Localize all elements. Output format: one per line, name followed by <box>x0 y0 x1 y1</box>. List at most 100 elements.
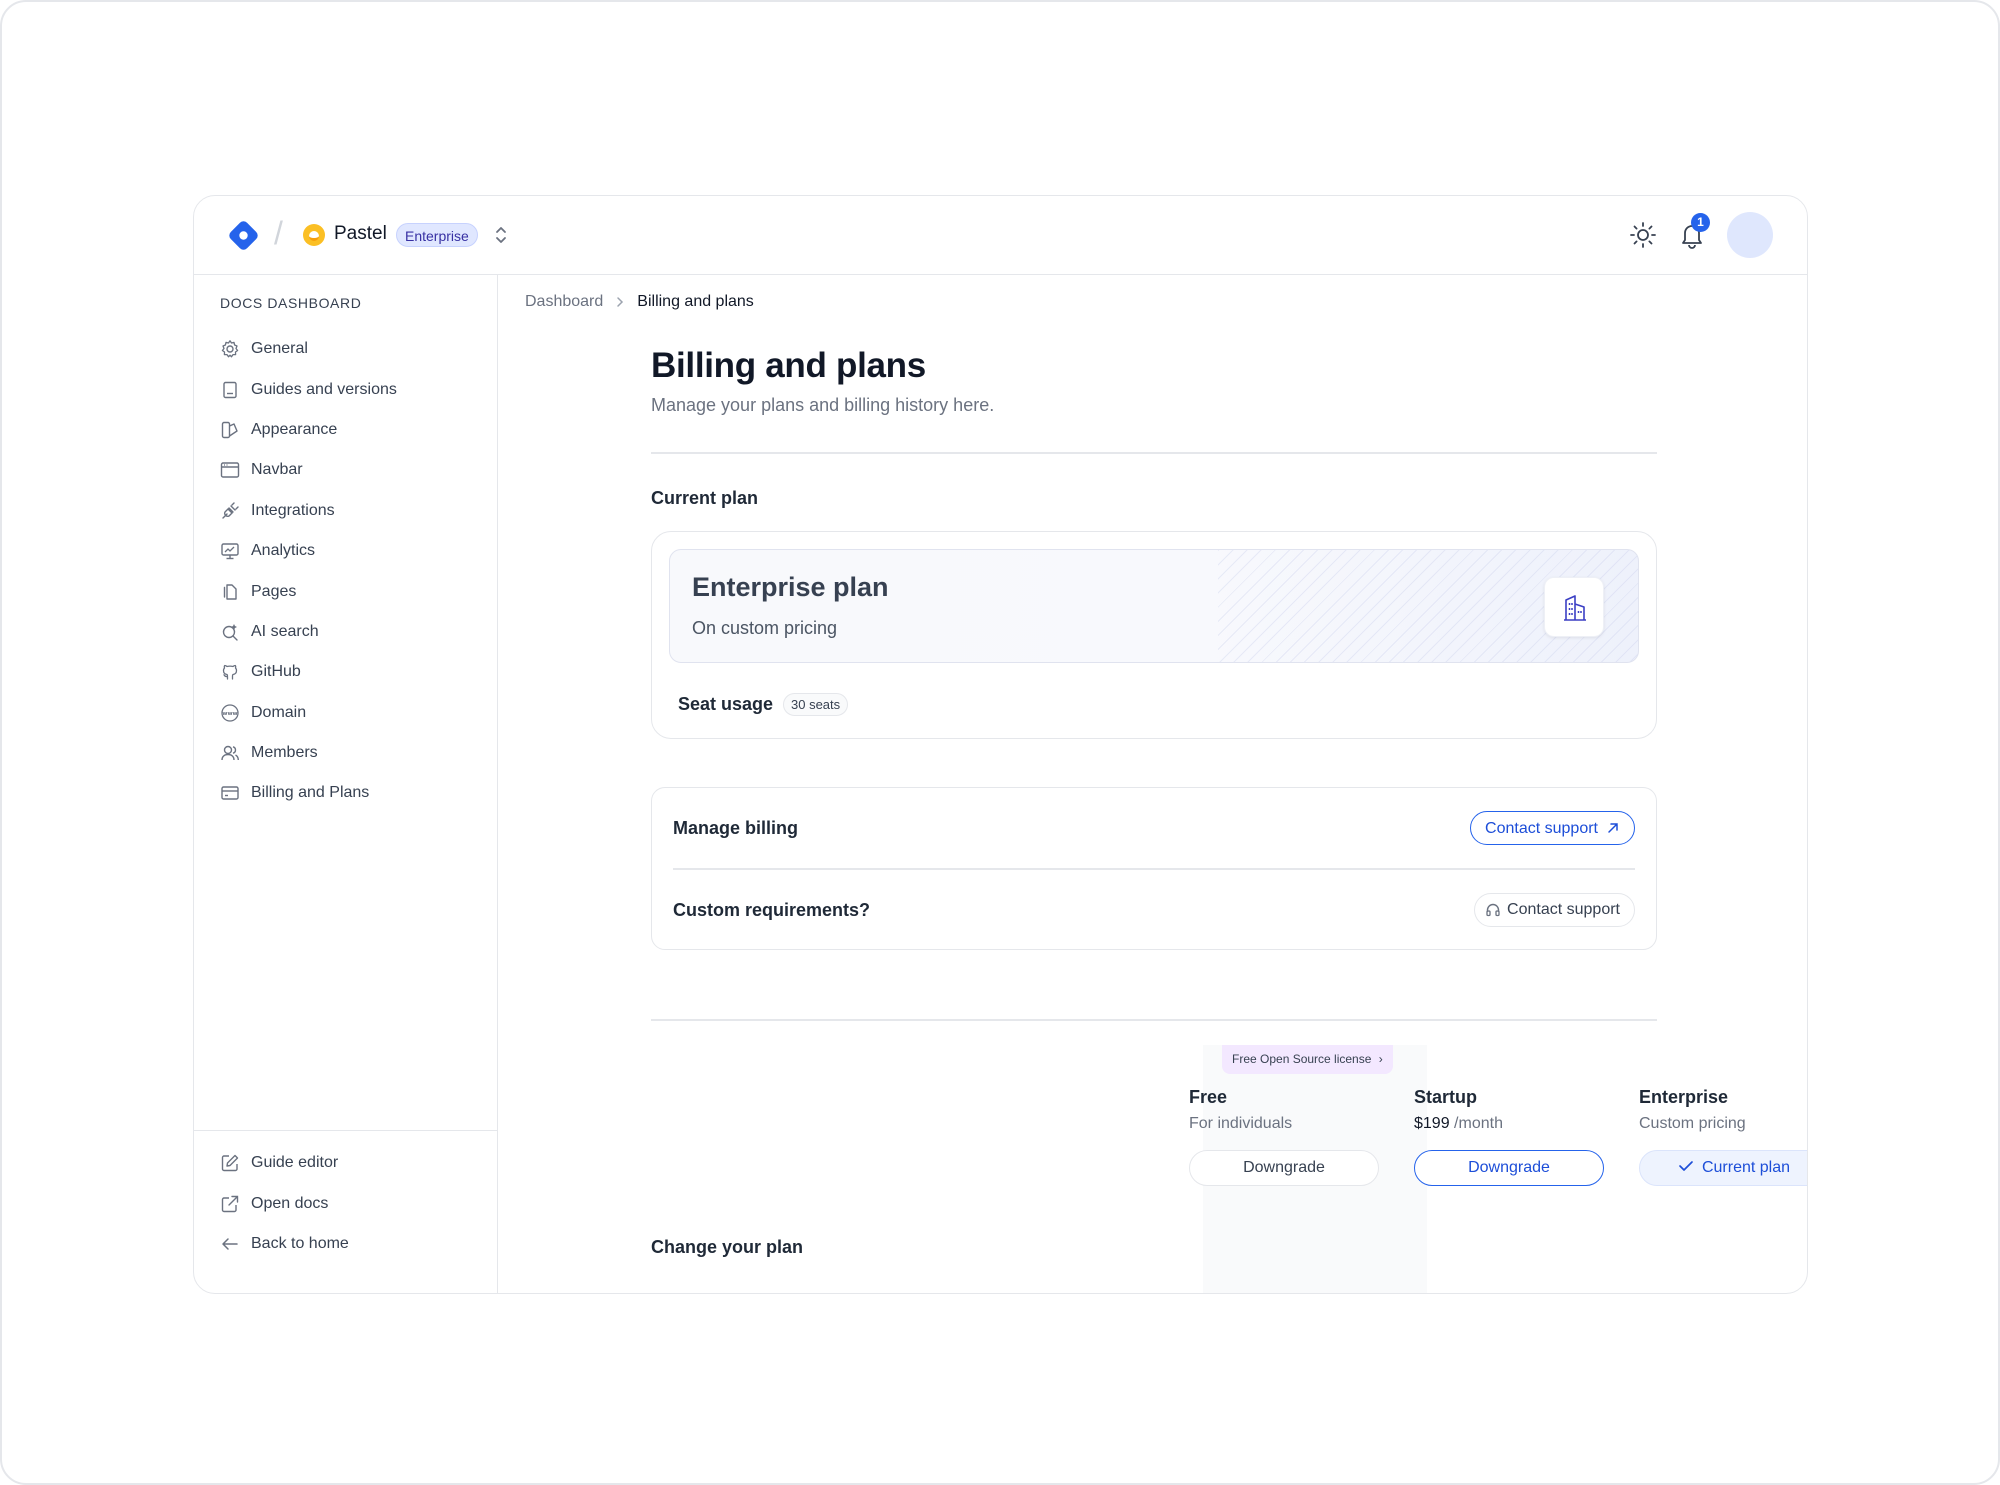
chevron-right-icon <box>617 297 624 307</box>
seat-usage-label: Seat usage <box>678 694 774 714</box>
ai-search-icon <box>222 623 238 641</box>
sidebar-item-appearance[interactable]: Appearance <box>220 410 397 450</box>
sidebar-item-integrations[interactable]: Integrations <box>220 491 397 531</box>
tier-enterprise: Enterprise Custom pricing Current plan <box>1639 1087 1807 1186</box>
sidebar-footer: Guide editor Open docs Back to home <box>194 1130 497 1264</box>
sidebar-item-label: AI search <box>251 622 319 640</box>
current-plan-heading: Current plan <box>651 488 759 508</box>
sidebar-item-label: Domain <box>251 703 307 721</box>
chevron-up-down-icon[interactable] <box>494 223 508 247</box>
plan-icon-box <box>1544 577 1604 637</box>
sidebar-item-label: Appearance <box>251 420 338 438</box>
tier-description: Custom pricing <box>1639 1115 1746 1132</box>
tier-free: Free For individuals Downgrade <box>1189 1087 1379 1186</box>
building-icon <box>1564 595 1586 621</box>
divider <box>651 1019 1657 1021</box>
open-docs-label: Open docs <box>251 1194 329 1212</box>
open-docs-link[interactable]: Open docs <box>220 1183 497 1223</box>
sidebar-item-analytics[interactable]: Analytics <box>220 531 397 571</box>
contact-support-button[interactable]: Contact support <box>1470 811 1635 845</box>
plug-icon <box>222 502 239 519</box>
page-subtitle: Manage your plans and billing history he… <box>651 395 995 415</box>
top-bar: / Pastel Enterprise 1 <box>194 196 1807 275</box>
plan-pricing: On custom pricing <box>692 618 838 638</box>
arrow-left-icon <box>222 1238 238 1250</box>
project-name[interactable]: Pastel <box>334 223 387 245</box>
gear-icon <box>221 340 239 358</box>
chevron-right-icon: › <box>1378 1052 1383 1066</box>
sidebar-item-general[interactable]: General <box>220 329 397 369</box>
sidebar-nav: General Guides and versions Appearance N… <box>220 329 397 814</box>
downgrade-startup-button[interactable]: Downgrade <box>1414 1150 1604 1186</box>
sun-icon[interactable] <box>1629 221 1657 249</box>
tier-price-amount: $199 <box>1414 1115 1450 1132</box>
sidebar-item-label: Billing and Plans <box>251 784 370 802</box>
back-to-home-label: Back to home <box>251 1234 349 1252</box>
breadcrumb: Dashboard Billing and plans <box>525 293 754 311</box>
contact-support-label: Contact support <box>1485 819 1598 837</box>
sidebar-item-guides[interactable]: Guides and versions <box>220 369 397 409</box>
tier-price-suffix: /month <box>1454 1115 1503 1132</box>
breadcrumb-dashboard[interactable]: Dashboard <box>525 293 603 311</box>
sidebar-item-ai-search[interactable]: AI search <box>220 612 397 652</box>
back-to-home-link[interactable]: Back to home <box>220 1224 497 1264</box>
arrow-up-right-icon <box>1608 823 1618 833</box>
separator-slash: / <box>274 215 283 251</box>
manage-billing-label: Manage billing <box>673 818 799 838</box>
change-plan-heading: Change your plan <box>651 1237 804 1257</box>
sidebar-item-label: Navbar <box>251 461 303 479</box>
custom-requirements-row: Custom requirements? Contact support <box>673 870 1635 950</box>
sidebar-item-label: Pages <box>251 582 297 600</box>
breadcrumb-current: Billing and plans <box>637 293 754 310</box>
sidebar-item-label: GitHub <box>251 663 301 681</box>
downgrade-free-button[interactable]: Downgrade <box>1189 1150 1379 1186</box>
credit-card-icon <box>221 786 239 801</box>
sidebar-item-label: Analytics <box>251 542 316 560</box>
project-icon <box>303 224 325 246</box>
avatar[interactable] <box>1727 212 1773 258</box>
plan-banner: Enterprise plan On custom pricing <box>669 549 1639 663</box>
oss-license-tag[interactable]: Free Open Source license › <box>1222 1045 1393 1074</box>
check-icon <box>1679 1161 1693 1171</box>
sidebar-item-label: Integrations <box>251 501 335 519</box>
divider <box>651 452 1657 454</box>
tier-name: Enterprise <box>1639 1087 1729 1107</box>
custom-requirements-label: Custom requirements? <box>673 900 871 920</box>
app-window: / Pastel Enterprise 1 DOCS DASHBOARD Gen… <box>193 195 1808 1294</box>
sidebar-item-github[interactable]: GitHub <box>220 652 397 692</box>
sidebar-item-navbar[interactable]: Navbar <box>220 450 397 490</box>
sidebar-item-pages[interactable]: Pages <box>220 571 397 611</box>
tier-name: Free <box>1189 1087 1228 1107</box>
plan-badge: Enterprise <box>396 223 478 247</box>
sidebar-item-members[interactable]: Members <box>220 733 397 773</box>
headset-icon <box>1486 903 1500 917</box>
page-title: Billing and plans <box>651 346 926 385</box>
globe-www-icon: www <box>221 704 239 722</box>
manage-billing-row: Manage billing Contact support <box>673 788 1635 868</box>
sidebar-item-label: Members <box>251 744 318 762</box>
current-plan-button[interactable]: Current plan <box>1639 1150 1807 1186</box>
current-plan-card: Enterprise plan On custom pricing Seat u… <box>651 531 1657 739</box>
browser-window-icon <box>220 462 240 479</box>
contact-support-secondary-button[interactable]: Contact support <box>1474 893 1635 927</box>
chart-monitor-icon <box>221 543 239 560</box>
notification-count-badge: 1 <box>1691 213 1710 232</box>
tier-name: Startup <box>1414 1087 1477 1107</box>
contact-support-secondary-label: Contact support <box>1507 901 1620 918</box>
logo-icon[interactable] <box>227 219 260 252</box>
sidebar-item-domain[interactable]: www Domain <box>220 693 397 733</box>
guide-editor-link[interactable]: Guide editor <box>220 1143 497 1183</box>
tier-description: For individuals <box>1189 1115 1293 1132</box>
sidebar-item-billing[interactable]: Billing and Plans <box>220 773 397 813</box>
github-icon <box>222 665 238 680</box>
guide-editor-label: Guide editor <box>251 1154 339 1172</box>
main-content: Dashboard Billing and plans Billing and … <box>498 275 1807 1293</box>
palette-icon <box>221 421 238 439</box>
oss-license-label: Free Open Source license <box>1232 1052 1372 1066</box>
tier-startup: Startup $199 /month Downgrade <box>1414 1087 1604 1186</box>
seat-count-badge: 30 seats <box>783 693 849 716</box>
sidebar-heading: DOCS DASHBOARD <box>220 295 362 311</box>
sidebar-item-label: Guides and versions <box>251 380 397 398</box>
external-link-icon <box>221 1195 239 1212</box>
book-icon <box>223 381 237 398</box>
